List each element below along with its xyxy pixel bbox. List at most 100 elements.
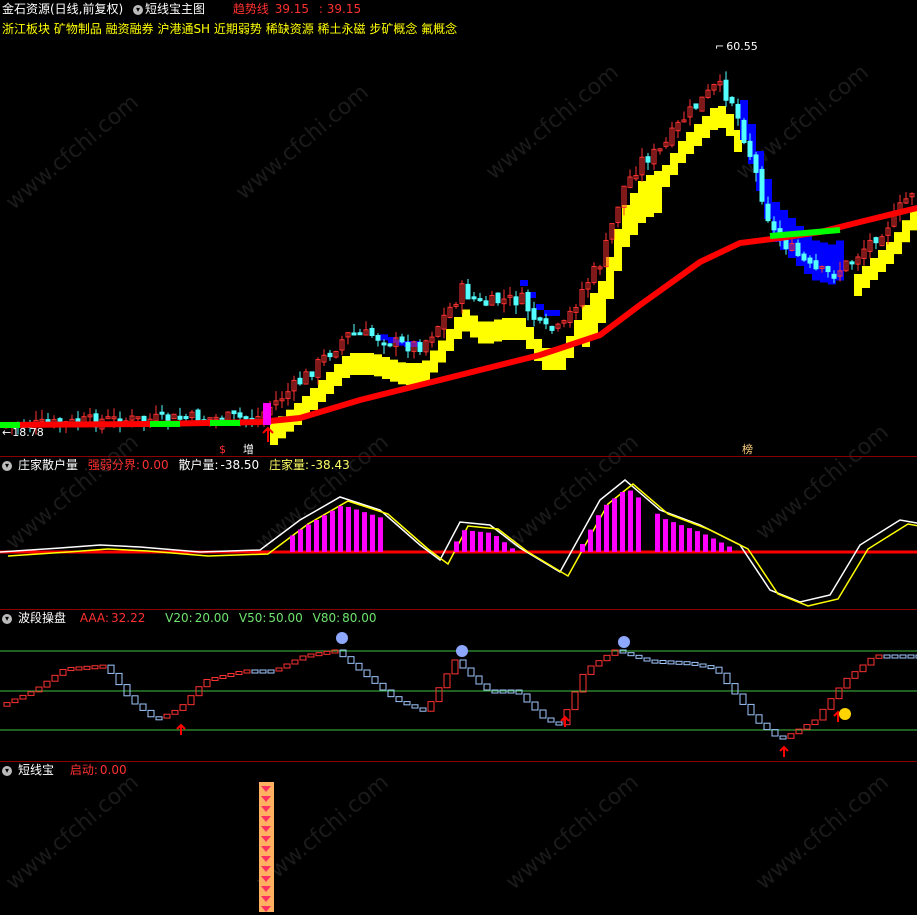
wave-candle	[83, 665, 91, 670]
volume-bar	[354, 509, 359, 552]
wave-candle	[739, 693, 747, 705]
trend-band-segment	[358, 353, 366, 375]
volume-bar	[620, 492, 625, 552]
volume-bar	[663, 519, 668, 552]
trend-band-segment	[544, 310, 552, 316]
trend-band-segment	[520, 280, 528, 286]
candle-body	[327, 352, 333, 358]
panel2-label-1: 强弱分界:	[87, 458, 140, 472]
wave-candle	[283, 663, 291, 669]
wave-candle	[899, 654, 907, 659]
candle-body	[537, 317, 543, 321]
trend-band-segment	[518, 318, 526, 340]
wave-candle	[531, 701, 539, 711]
wave-candle	[203, 679, 211, 688]
volume-bar	[695, 531, 700, 552]
panel3-value-2: 20.00	[194, 611, 230, 625]
wave-candle	[251, 669, 259, 674]
trend-band-segment	[334, 364, 342, 386]
wave-candle	[139, 703, 147, 711]
panel-dropdown-icon[interactable]: ▾	[2, 765, 12, 776]
volume-bar	[510, 548, 515, 552]
stock-title[interactable]: 金石资源(日线,前复权)	[2, 2, 123, 16]
volume-bar	[604, 504, 609, 552]
wave-candle	[891, 654, 899, 659]
trend-value: 39.15	[274, 2, 310, 16]
indicator-dropdown-icon[interactable]: ▾	[133, 4, 144, 15]
panel4-header: ▾ 短线宝 启动: 0.00	[2, 762, 133, 778]
volume-bar	[711, 538, 716, 552]
trend-band-segment	[870, 258, 878, 280]
wave-candle	[579, 673, 587, 693]
candle-body	[297, 377, 303, 385]
wave-candle	[667, 660, 675, 665]
wave-candle	[755, 714, 763, 724]
volume-bar	[596, 515, 601, 552]
trend-band-segment	[406, 363, 414, 385]
trend-band-segment	[342, 356, 350, 378]
panel2-title[interactable]: 庄家散户量	[18, 458, 78, 472]
trend-band-segment	[670, 153, 678, 175]
panel2-label-2: 散户量:	[178, 458, 219, 472]
candle-body	[159, 411, 165, 415]
panel4-title[interactable]: 短线宝	[18, 763, 54, 777]
candle-body	[375, 334, 381, 341]
trend-band-segment	[350, 353, 358, 375]
candle-body	[165, 414, 171, 422]
panel-separator	[0, 761, 917, 762]
trend-band-segment	[614, 229, 622, 271]
retail-line	[0, 479, 917, 603]
candle-body	[477, 298, 483, 302]
wave-candle	[547, 717, 555, 723]
volume-bar	[370, 514, 375, 552]
wave-candle	[99, 664, 107, 669]
wave-candle	[371, 676, 379, 684]
wave-candle	[115, 672, 123, 686]
volume-bar	[703, 534, 708, 552]
wave-candle	[555, 721, 563, 726]
trend-band-segment	[598, 281, 606, 323]
wave-candle	[699, 663, 707, 668]
candle-body	[747, 140, 753, 157]
trend-band-segment	[718, 106, 726, 128]
wave-candle	[787, 733, 795, 739]
panel2-header: ▾ 庄家散户量 强弱分界: 0.00 散户量: -38.50 庄家量: -38.43	[2, 457, 356, 473]
trend-band-segment	[902, 220, 910, 243]
trend-band-segment	[446, 329, 454, 351]
volume-bar	[362, 512, 367, 552]
trend-band-segment	[646, 175, 654, 217]
trend-band-segment	[398, 362, 406, 385]
wave-candle	[267, 669, 275, 674]
volume-bar	[502, 542, 507, 552]
concept-line: 浙江板块 矿物制品 融资融券 沪港通SH 近期弱势 稀缺资源 稀土永磁 步矿概念…	[2, 22, 458, 36]
wave-candle	[907, 654, 915, 659]
trend-band-segment	[536, 304, 544, 310]
indicator-name[interactable]: 短线宝主图	[145, 2, 205, 16]
candle-body	[351, 332, 357, 336]
candle-body	[399, 336, 405, 343]
trend-band-segment	[438, 340, 446, 363]
trend-band-segment	[552, 310, 560, 316]
marker-zeng: 增	[243, 443, 254, 456]
wave-candle	[259, 669, 267, 674]
wave-candle	[723, 672, 731, 685]
main-header: 金石资源(日线,前复权) ▾ 短线宝主图 趋势线 39.15 : 39.15	[2, 1, 367, 17]
trend-value-2: : 39.15	[318, 2, 362, 16]
volume-bar	[494, 536, 499, 552]
panel-dropdown-icon[interactable]: ▾	[2, 460, 12, 471]
volume-bar	[314, 519, 319, 552]
wave-candle	[91, 665, 99, 670]
candle-body	[495, 292, 501, 304]
volume-bar	[298, 529, 303, 552]
panel-dropdown-icon[interactable]: ▾	[2, 613, 12, 624]
sad-face-icon	[618, 636, 630, 648]
candle-body	[237, 412, 243, 418]
trend-band-segment	[374, 354, 382, 377]
volume-bar	[322, 515, 327, 552]
panel3-title[interactable]: 波段操盘	[18, 611, 66, 625]
wave-candle	[107, 664, 115, 674]
wave-candle	[419, 707, 427, 712]
trend-band-segment	[622, 205, 630, 247]
candle-body	[723, 79, 729, 101]
volume-bar	[655, 513, 660, 552]
